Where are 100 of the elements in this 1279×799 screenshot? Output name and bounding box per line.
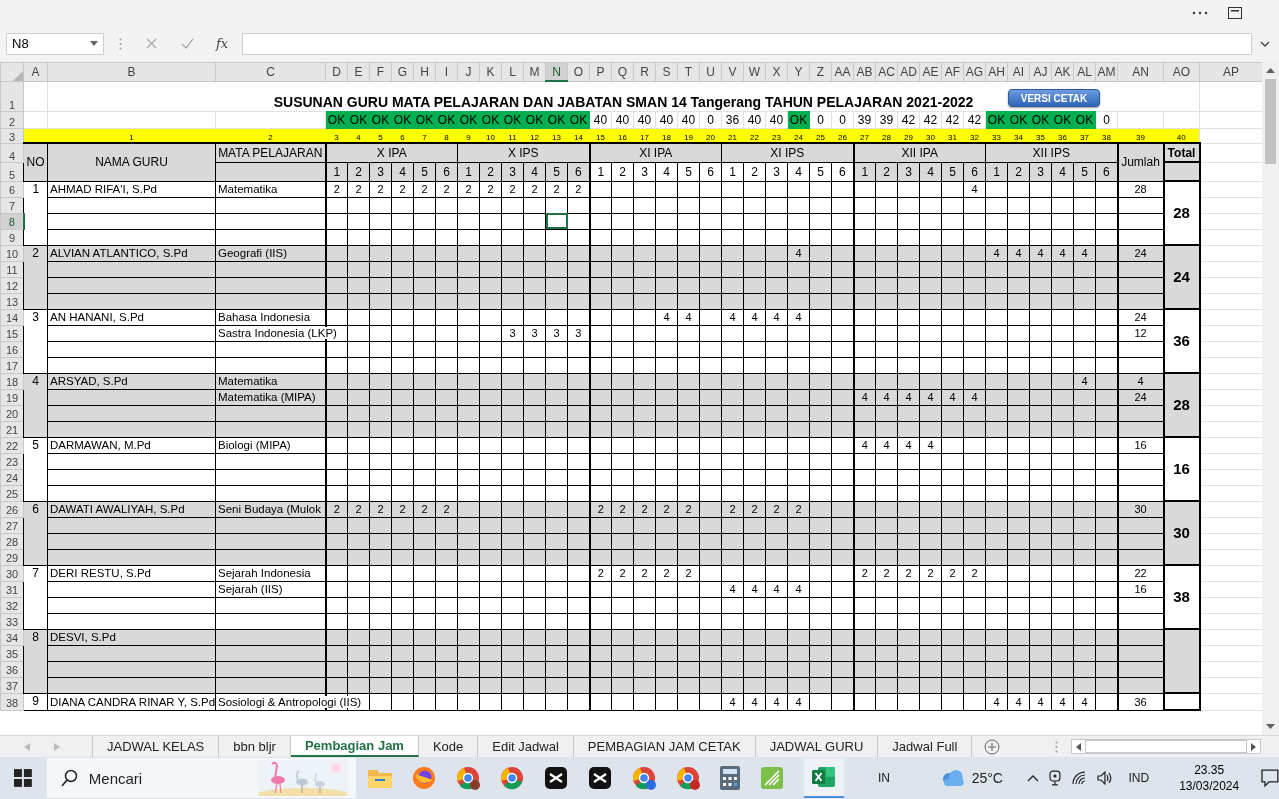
subject-cell: Sastra Indonesia (LKP) (218, 327, 337, 339)
column-header[interactable]: Y (787, 62, 810, 81)
formula-input[interactable] (242, 32, 1253, 55)
column-header[interactable]: B (47, 62, 216, 81)
column-header[interactable]: I (435, 62, 458, 81)
search-field[interactable]: Mencari (46, 758, 356, 798)
webcam-icon[interactable] (1048, 770, 1061, 786)
cell-cursor[interactable] (545, 213, 568, 229)
column-header[interactable]: AF (941, 62, 964, 81)
column-header[interactable]: R (633, 62, 656, 81)
hours-cell: 4 (985, 693, 1008, 710)
spreadsheet-app-button[interactable] (803, 758, 844, 798)
expand-icon[interactable] (1260, 40, 1271, 47)
add-sheet-icon[interactable] (984, 738, 1001, 755)
status-cell: 0 (809, 111, 832, 129)
column-header[interactable]: S (655, 62, 678, 81)
app-icon[interactable] (587, 766, 612, 790)
column-header[interactable]: V (721, 62, 744, 81)
language-indicator[interactable]: IND (1128, 771, 1150, 785)
browser-icon[interactable] (675, 766, 700, 790)
scroll-down-icon[interactable] (1266, 724, 1275, 729)
scroll-right-icon[interactable] (1251, 742, 1257, 751)
vertical-scrollbar[interactable] (1262, 62, 1279, 735)
hours-cell: 4 (743, 581, 766, 597)
browser-icon[interactable] (411, 766, 436, 790)
column-header[interactable]: G (391, 62, 414, 81)
column-header[interactable]: AJ (1029, 62, 1052, 81)
temperature[interactable]: 25°C (971, 770, 1003, 786)
hours-cell: 2 (633, 565, 656, 581)
column-header[interactable]: C (215, 62, 326, 81)
column-header[interactable]: U (699, 62, 722, 81)
app-icon[interactable] (543, 766, 568, 790)
drag-handle-icon[interactable] (1055, 740, 1059, 753)
status-cell: OK (391, 111, 414, 129)
column-header[interactable]: AI (1007, 62, 1030, 81)
column-header[interactable]: AH (985, 62, 1008, 81)
notification-icon[interactable] (1261, 769, 1279, 787)
status-cell: OK (457, 111, 480, 129)
drag-handle-icon[interactable] (119, 37, 122, 50)
column-header[interactable]: AM (1095, 62, 1118, 81)
column-header[interactable]: F (369, 62, 392, 81)
scroll-thumb[interactable] (1085, 740, 1248, 753)
column-header[interactable]: AA (831, 62, 854, 81)
number-cell: 8 (23, 629, 48, 693)
name-box[interactable]: N8 (6, 32, 104, 55)
hours-cell: 4 (655, 309, 678, 325)
horizontal-scrollbar[interactable] (1071, 739, 1262, 754)
more-icon[interactable] (1192, 10, 1208, 15)
scroll-left-icon[interactable] (1076, 742, 1082, 751)
column-header[interactable]: M (523, 62, 546, 81)
column-header[interactable]: W (743, 62, 766, 81)
column-header[interactable]: Q (611, 62, 634, 81)
hours-cell: 4 (1051, 693, 1074, 710)
restore-icon[interactable] (1228, 6, 1242, 19)
status-cell: 40 (743, 111, 766, 129)
row-header[interactable]: 1 (0, 81, 24, 112)
column-header[interactable]: AK (1051, 62, 1074, 81)
status-cell: OK (479, 111, 502, 129)
column-header[interactable]: L (501, 62, 524, 81)
keyboard-indicator[interactable]: IN (877, 771, 890, 785)
column-header[interactable]: J (457, 62, 480, 81)
column-header[interactable]: AE (919, 62, 942, 81)
wifi-icon[interactable] (1070, 771, 1087, 785)
column-header[interactable]: K (479, 62, 502, 81)
scroll-up-icon[interactable] (1266, 68, 1275, 73)
sheet-tab[interactable]: Pembagian Jam (290, 736, 419, 757)
column-header[interactable]: AP (1199, 62, 1262, 81)
speaker-icon[interactable] (1096, 771, 1113, 785)
column-header[interactable]: Z (809, 62, 832, 81)
browser-icon[interactable] (631, 766, 656, 790)
column-header[interactable]: AL (1073, 62, 1096, 81)
column-header[interactable]: N (545, 62, 568, 81)
print-version-button[interactable]: VERSI CETAK (1008, 89, 1100, 107)
column-header[interactable]: O (567, 62, 590, 81)
column-header[interactable]: H (413, 62, 436, 81)
browser-icon[interactable] (455, 766, 480, 790)
scroll-thumb[interactable] (1265, 79, 1276, 164)
column-header[interactable]: AO (1163, 62, 1200, 81)
column-header[interactable]: D (325, 62, 348, 81)
column-header[interactable]: AD (897, 62, 920, 81)
clock[interactable]: 23.35 13/03/2024 (1179, 762, 1240, 794)
insert-function-button[interactable]: fx (216, 36, 229, 51)
hours-cell: 2 (457, 181, 480, 197)
folder-icon[interactable] (367, 768, 392, 788)
column-header[interactable]: E (347, 62, 370, 81)
column-header[interactable]: AC (875, 62, 898, 81)
column-header[interactable]: AN (1117, 62, 1164, 81)
column-header[interactable]: P (589, 62, 612, 81)
column-header[interactable]: X (765, 62, 788, 81)
subject-cell: Seni Budaya (Mulok (218, 503, 321, 515)
column-header[interactable]: A (23, 62, 48, 81)
check-icon[interactable] (181, 38, 194, 49)
sum-cell: 12 (1117, 325, 1164, 341)
calculator-icon[interactable] (719, 766, 740, 790)
chevron-up-icon[interactable] (1027, 774, 1039, 782)
column-header[interactable]: AG (963, 62, 986, 81)
browser-icon[interactable] (499, 766, 524, 790)
windows-start-icon[interactable] (14, 769, 32, 787)
column-header[interactable]: T (677, 62, 700, 81)
column-header[interactable]: AB (853, 62, 876, 81)
